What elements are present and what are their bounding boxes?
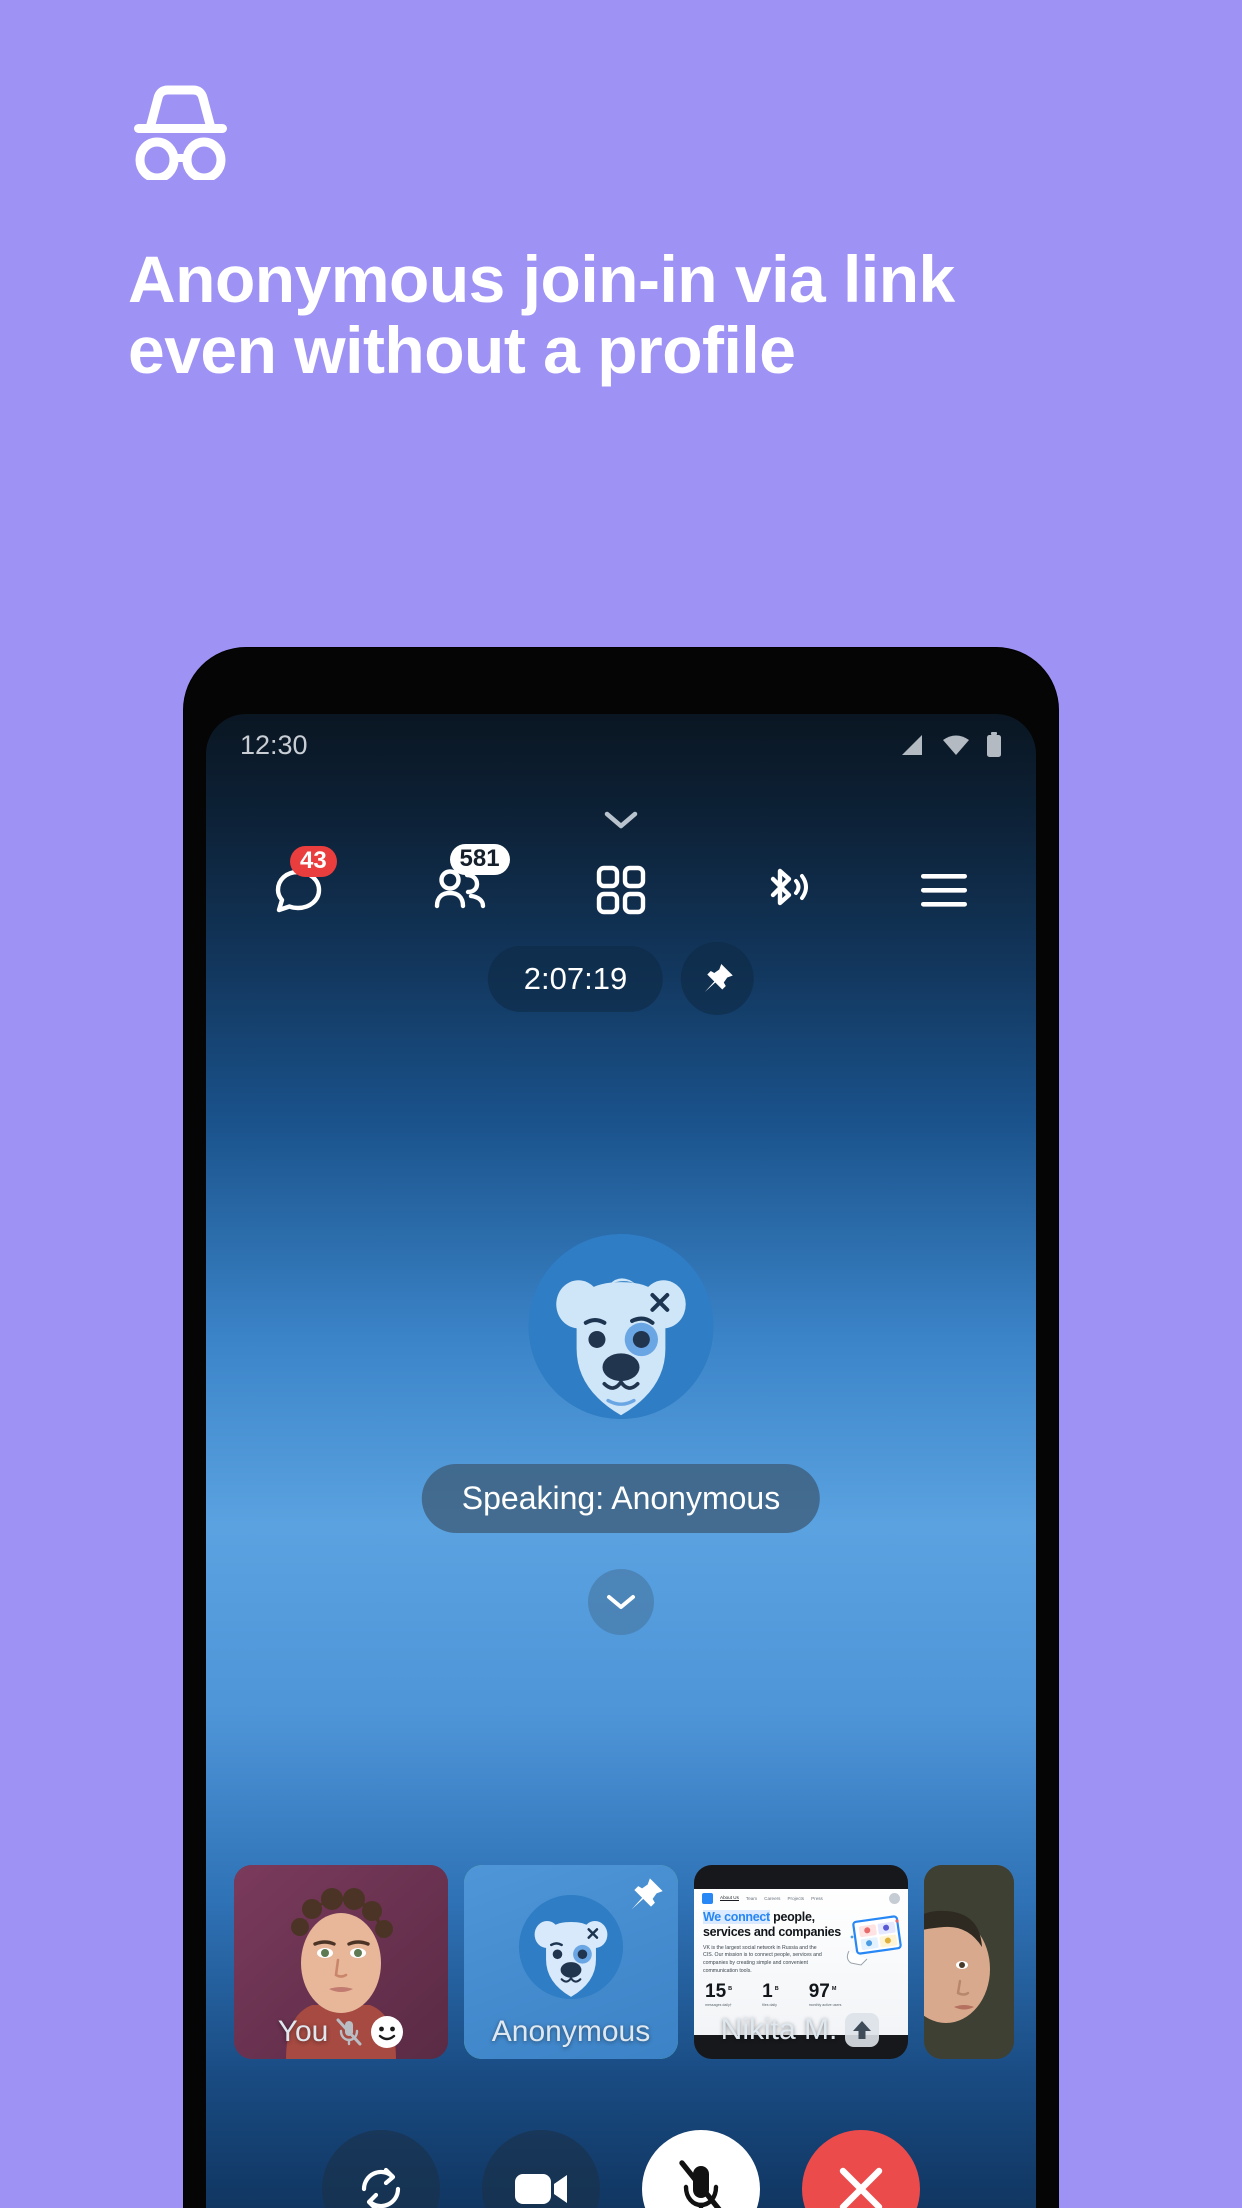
stat-value: 97: [808, 1980, 830, 2002]
collapse-panel-button[interactable]: [593, 804, 649, 836]
stat-unit: B: [728, 1986, 733, 1993]
promo-header: Anonymous join-in via link even without …: [128, 84, 1128, 385]
status-bar: 12:30: [206, 714, 1036, 776]
menu-button[interactable]: [908, 854, 980, 926]
phone-screen: 12:30 43 581 2:07:19 Speaking: Anonymous…: [206, 714, 1036, 2208]
bluetooth-button[interactable]: [747, 854, 819, 926]
stat-label: files daily: [762, 2002, 777, 2007]
stat-item: 15 B messages daily†: [705, 1980, 733, 2008]
participant-tile-partial[interactable]: [924, 1865, 1014, 2059]
status-time: 12:30: [240, 729, 308, 760]
avatar: [889, 1892, 900, 1904]
tablet-illustration-icon: [846, 1915, 902, 1966]
hangup-button[interactable]: [802, 2130, 920, 2208]
grid-icon: [596, 865, 646, 915]
mini-avatar: [519, 1895, 623, 1999]
mic-off-icon: [679, 2160, 722, 2208]
tile-name: You: [234, 2015, 448, 2049]
shared-page-nav: About Us Team Careers Projects Press: [694, 1889, 908, 1907]
status-icons: [900, 732, 1002, 758]
signal-icon: [902, 735, 922, 755]
stat-item: 1B files daily: [762, 1980, 779, 2008]
screen-share-up-icon: [845, 2013, 880, 2047]
camera-button[interactable]: [482, 2130, 600, 2208]
close-x-icon: [839, 2167, 883, 2208]
chevron-down-icon: [607, 1595, 635, 1609]
pin-icon: [704, 963, 733, 992]
nav-item: Press: [811, 1895, 823, 1901]
incognito-icon: [134, 85, 227, 180]
video-camera-icon: [515, 2174, 567, 2204]
smiley-icon: [371, 2016, 404, 2048]
participants-button[interactable]: 581: [424, 844, 510, 926]
bluetooth-icon: [770, 868, 808, 906]
polar-bear-avatar: [519, 1895, 623, 1999]
participants-strip[interactable]: You Anonymous About Us Team Careers Proj…: [206, 1862, 1036, 2062]
chat-badge: 43: [290, 846, 337, 877]
participant-tile-you[interactable]: You: [234, 1865, 448, 2059]
stat-label: monthly active users: [808, 2002, 842, 2007]
stat-value: 15: [705, 1980, 727, 2002]
participant-tile-screenshare[interactable]: About Us Team Careers Projects Press We …: [694, 1865, 908, 2059]
tile-name: Anonymous: [491, 2015, 651, 2048]
chat-button[interactable]: 43: [262, 846, 337, 926]
participants-badge: 581: [449, 844, 510, 875]
speaker-avatar: [528, 1234, 714, 1419]
tile-name: Nikita M.: [694, 2011, 908, 2049]
speaking-label: Speaking: Anonymous: [421, 1464, 821, 1533]
call-timer: 2:07:19: [487, 945, 664, 1012]
shared-stats: 15 B messages daily† 1B files daily 97 M m…: [694, 1976, 908, 2008]
nav-item: Careers: [764, 1895, 781, 1901]
call-timer-row: 2:07:19: [487, 942, 755, 1015]
flip-camera-button[interactable]: [322, 2130, 440, 2208]
avatar: [924, 1865, 1014, 2059]
nav-item: Team: [745, 1895, 758, 1901]
pin-icon: [631, 1878, 663, 1910]
vk-logo-icon: [702, 1892, 713, 1904]
stat-unit: B: [774, 1986, 779, 1993]
stat-unit: M: [831, 1986, 837, 1993]
headline-rest: people,: [769, 1910, 815, 1924]
tile-pin-indicator: [626, 1875, 666, 1920]
stat-item: 97 M monthly active users: [808, 1980, 842, 2008]
chevron-down-icon: [604, 811, 638, 829]
expand-participants-button[interactable]: [588, 1569, 654, 1635]
grid-view-button[interactable]: [585, 854, 657, 926]
wifi-icon: [943, 735, 969, 755]
headline-highlight: We connect: [703, 1910, 770, 1924]
hamburger-icon: [921, 874, 967, 907]
battery-icon: [987, 732, 1001, 757]
headline-line2: services and companies: [703, 1924, 841, 1939]
camera-flip-icon: [361, 2167, 401, 2208]
mic-off-icon: [336, 2018, 362, 2046]
microphone-button[interactable]: [642, 2130, 760, 2208]
participant-tile-anonymous[interactable]: Anonymous: [464, 1865, 678, 2059]
polar-bear-avatar: [528, 1234, 714, 1419]
page-title: Anonymous join-in via link even without …: [128, 242, 955, 387]
call-controls: [206, 2130, 1036, 2208]
nav-item: About Us: [720, 1895, 739, 1901]
stat-value: 1: [762, 1980, 773, 2002]
phone-device-frame: 12:30 43 581 2:07:19 Speaking: Anonymous…: [184, 648, 1058, 2208]
pin-button[interactable]: [681, 942, 755, 1015]
stat-label: messages daily†: [705, 2002, 732, 2007]
call-toolbar: 43 581: [206, 844, 1036, 926]
shared-body-text: VK is the largest social network in Russ…: [703, 1944, 822, 1974]
nav-item: Projects: [787, 1895, 805, 1901]
camera-view: [924, 1865, 1014, 2059]
